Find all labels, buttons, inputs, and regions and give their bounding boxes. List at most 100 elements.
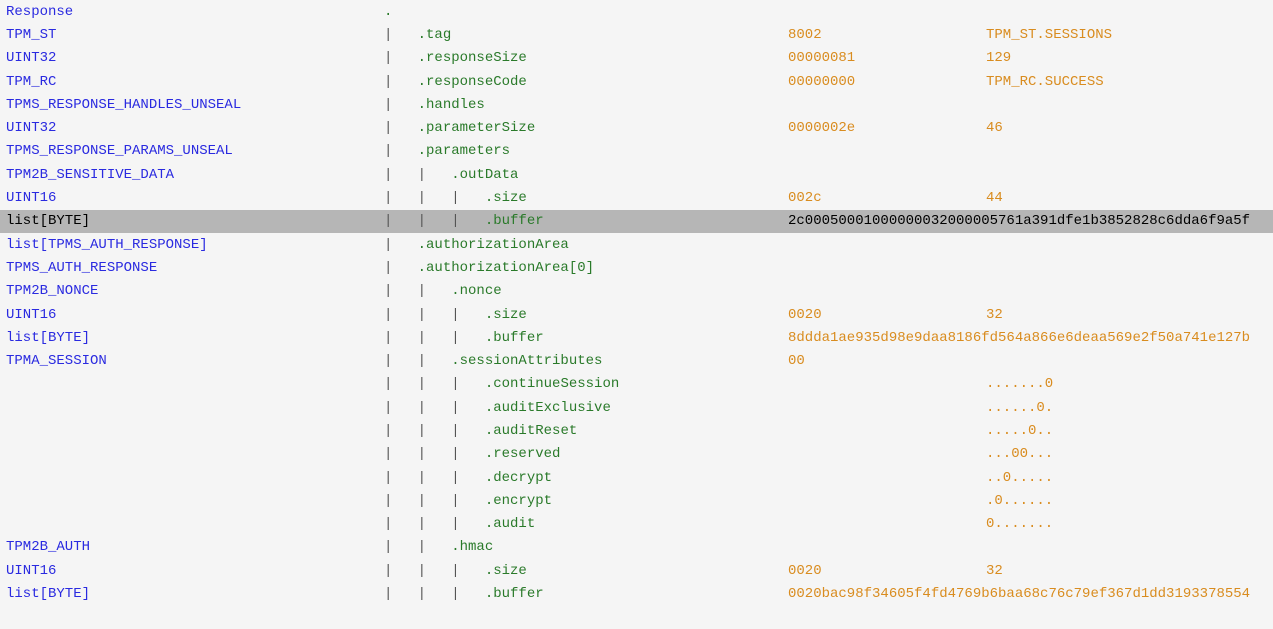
field-name: .buffer	[485, 330, 544, 346]
hex-value-cell: 0020	[788, 559, 986, 582]
type-cell: TPM2B_NONCE	[0, 280, 384, 303]
field-cell: | | | .size	[384, 303, 788, 326]
tree-indent: | | |	[384, 400, 485, 416]
table-row[interactable]: TPMS_RESPONSE_HANDLES_UNSEAL| .handles	[0, 93, 1273, 116]
tree-indent: | | |	[384, 493, 485, 509]
table-row[interactable]: | | | .continueSession.......0	[0, 373, 1273, 396]
table-row[interactable]: UINT16| | | .size002032	[0, 559, 1273, 582]
field-name: .parameters	[418, 143, 510, 159]
field-name: .responseSize	[418, 50, 527, 66]
field-name: .hmac	[451, 539, 493, 555]
field-cell: .	[384, 0, 788, 23]
table-row[interactable]: list[TPMS_AUTH_RESPONSE]| .authorization…	[0, 233, 1273, 256]
field-name: .buffer	[485, 213, 544, 229]
tree-indent: | | |	[384, 516, 485, 532]
tree-indent: | | |	[384, 470, 485, 486]
type-cell	[0, 443, 384, 466]
tree-indent: |	[384, 27, 418, 43]
hex-value-cell	[788, 93, 986, 116]
field-name: .outData	[451, 167, 518, 183]
hex-value-cell	[788, 489, 986, 512]
field-name: .authorizationArea	[418, 237, 569, 253]
field-name: .sessionAttributes	[451, 353, 602, 369]
field-name: .audit	[485, 516, 535, 532]
tree-indent: | |	[384, 167, 451, 183]
table-row[interactable]: TPM_RC| .responseCode00000000TPM_RC.SUCC…	[0, 70, 1273, 93]
tree-indent: | | |	[384, 446, 485, 462]
decoded-value-cell	[986, 233, 1273, 256]
decoded-value-cell	[986, 536, 1273, 559]
tree-indent: | | |	[384, 213, 485, 229]
table-row[interactable]: TPM2B_AUTH| | .hmac	[0, 536, 1273, 559]
table-row[interactable]: list[BYTE]| | | .buffer2c000500010000000…	[0, 210, 1273, 233]
type-cell: UINT16	[0, 186, 384, 209]
hex-value-cell: 0020	[788, 303, 986, 326]
field-cell: | | | .buffer	[384, 326, 788, 349]
type-cell	[0, 373, 384, 396]
decoded-value-cell: ......0.	[986, 396, 1273, 419]
type-cell: TPM2B_SENSITIVE_DATA	[0, 163, 384, 186]
hex-value-cell: 002c	[788, 186, 986, 209]
table-row[interactable]: | | | .auditReset.....0..	[0, 419, 1273, 442]
decoded-value-cell: 129	[986, 47, 1273, 70]
table-row[interactable]: UINT32| .parameterSize0000002e46	[0, 116, 1273, 139]
field-cell: | | | .size	[384, 186, 788, 209]
field-cell: | .tag	[384, 23, 788, 46]
field-name: .nonce	[451, 283, 501, 299]
field-name: .	[384, 4, 392, 20]
table-row[interactable]: TPM2B_SENSITIVE_DATA| | .outData	[0, 163, 1273, 186]
table-row[interactable]: list[BYTE]| | | .buffer8ddda1ae935d98e9d…	[0, 326, 1273, 349]
hex-value-cell	[788, 0, 986, 23]
field-cell: | .authorizationArea	[384, 233, 788, 256]
table-row[interactable]: TPMA_SESSION| | .sessionAttributes00	[0, 349, 1273, 372]
hex-value-cell	[788, 233, 986, 256]
hex-value-cell	[788, 466, 986, 489]
table-row[interactable]: | | | .decrypt..0.....	[0, 466, 1273, 489]
tree-indent: |	[384, 74, 418, 90]
field-cell: | .authorizationArea[0]	[384, 256, 788, 279]
field-cell: | | | .decrypt	[384, 466, 788, 489]
table-row[interactable]: | | | .auditExclusive ......0.	[0, 396, 1273, 419]
type-cell: TPM2B_AUTH	[0, 536, 384, 559]
field-cell: | | | .audit	[384, 513, 788, 536]
table-row[interactable]: Response.	[0, 0, 1273, 23]
tree-indent: | |	[384, 539, 451, 555]
hex-value-cell: 00000000	[788, 70, 986, 93]
type-cell: UINT32	[0, 116, 384, 139]
table-row[interactable]: UINT16| | | .size002032	[0, 303, 1273, 326]
field-cell: | .parameterSize	[384, 116, 788, 139]
decoded-value-cell	[986, 163, 1273, 186]
table-row[interactable]: TPM_ST| .tag8002TPM_ST.SESSIONS	[0, 23, 1273, 46]
table-row[interactable]: TPMS_RESPONSE_PARAMS_UNSEAL| .parameters	[0, 140, 1273, 163]
type-cell: UINT32	[0, 47, 384, 70]
field-name: .auditExclusive	[485, 400, 611, 416]
table-row[interactable]: | | | .encrypt.0......	[0, 489, 1273, 512]
field-name: .parameterSize	[418, 120, 536, 136]
decoded-value-cell: 32	[986, 303, 1273, 326]
decoded-value-cell	[986, 140, 1273, 163]
table-row[interactable]: UINT32| .responseSize00000081129	[0, 47, 1273, 70]
table-row[interactable]: UINT16| | | .size002c44	[0, 186, 1273, 209]
type-cell: TPM_RC	[0, 70, 384, 93]
type-cell	[0, 489, 384, 512]
field-name: .reserved	[485, 446, 561, 462]
table-row[interactable]: TPM2B_NONCE| | .nonce	[0, 280, 1273, 303]
field-name: .continueSession	[485, 376, 619, 392]
type-cell	[0, 466, 384, 489]
tree-indent: | |	[384, 353, 451, 369]
decoded-value-cell: TPM_RC.SUCCESS	[986, 70, 1273, 93]
tree-indent: | |	[384, 283, 451, 299]
table-row[interactable]: | | | .audit0.......	[0, 513, 1273, 536]
table-row[interactable]: list[BYTE]| | | .buffer0020bac98f34605f4…	[0, 582, 1273, 605]
field-cell: | | | .reserved	[384, 443, 788, 466]
hex-value-cell: 00	[788, 349, 986, 372]
table-row[interactable]: TPMS_AUTH_RESPONSE| .authorizationArea[0…	[0, 256, 1273, 279]
table-row[interactable]: | | | .reserved...00...	[0, 443, 1273, 466]
field-cell: | .parameters	[384, 140, 788, 163]
field-name: .tag	[418, 27, 452, 43]
type-cell: list[BYTE]	[0, 210, 384, 233]
tree-indent: | | |	[384, 563, 485, 579]
hex-value-cell: 8002	[788, 23, 986, 46]
field-cell: | | | .continueSession	[384, 373, 788, 396]
tree-indent: |	[384, 237, 418, 253]
